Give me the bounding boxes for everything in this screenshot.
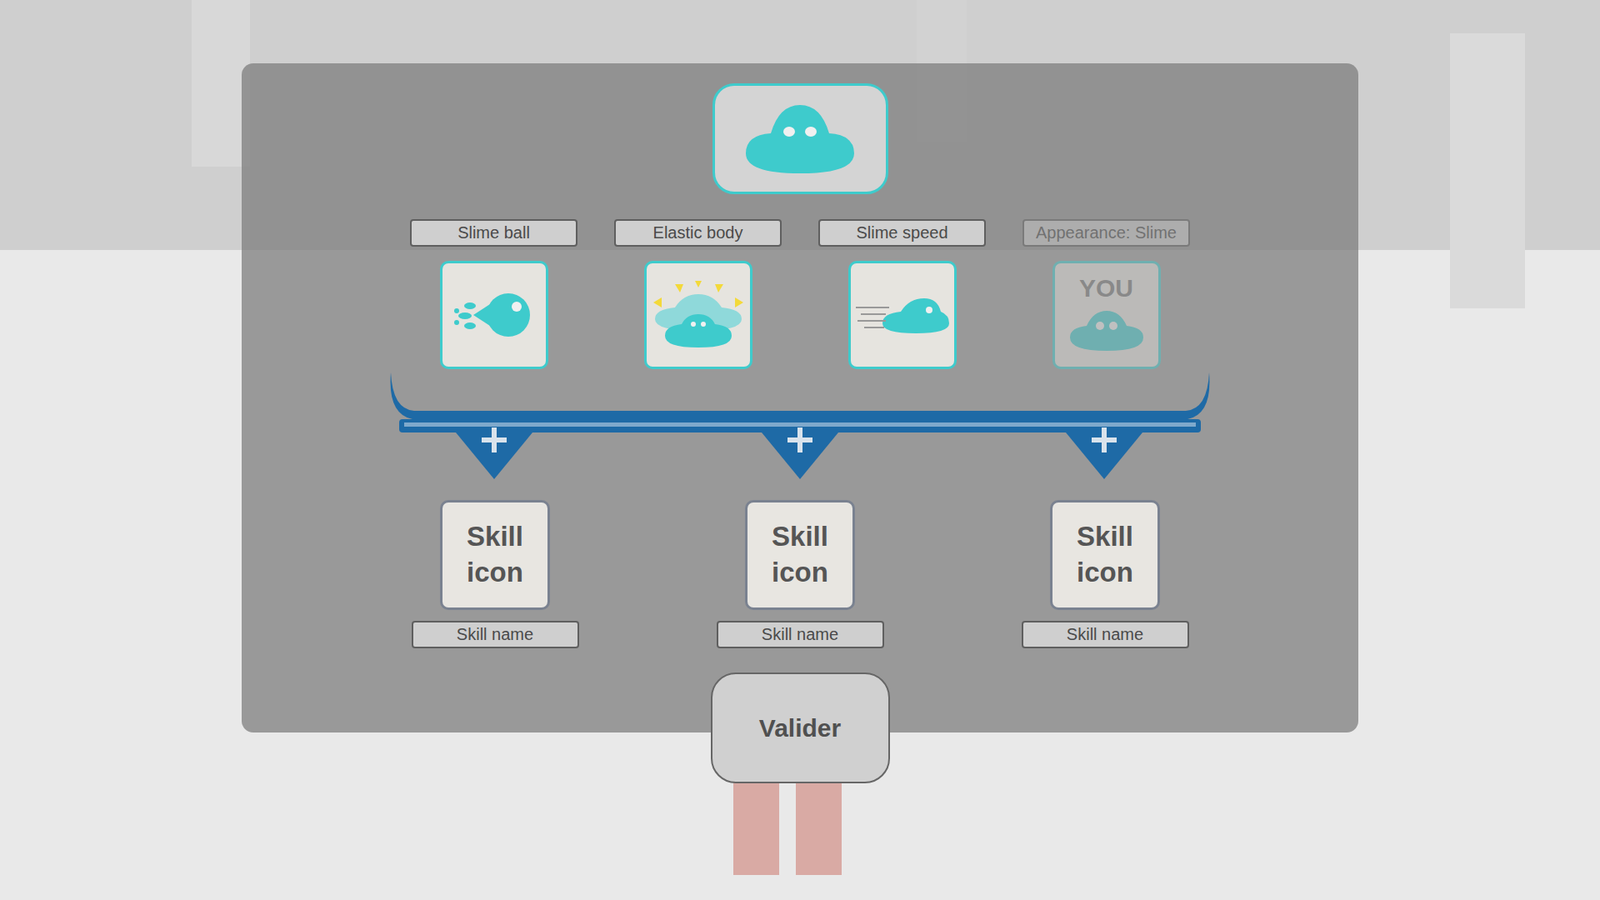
validate-button[interactable]: Valider bbox=[710, 672, 890, 784]
merge-bracket-icon bbox=[387, 372, 1213, 480]
skill-item[interactable]: Slime ball bbox=[391, 219, 596, 370]
skill-icon-box[interactable] bbox=[848, 260, 957, 370]
scene-pillar bbox=[1450, 33, 1525, 309]
skill-icon-box[interactable] bbox=[440, 260, 549, 370]
skill-label: Skill name bbox=[1021, 620, 1190, 649]
slime-ball-icon bbox=[448, 285, 540, 345]
elastic-body-icon bbox=[650, 277, 747, 353]
skill-label: Slime speed bbox=[818, 219, 986, 247]
result-slime-box bbox=[712, 83, 889, 195]
skill-item[interactable]: Appearance: Slime YOU bbox=[1004, 219, 1209, 370]
slot-row: Skill icon Skill name Skill icon Skill name… bbox=[342, 500, 1258, 649]
skill-slot-box[interactable]: Skill icon bbox=[1050, 500, 1160, 610]
slime-icon bbox=[737, 101, 863, 177]
skill-label: Skill name bbox=[716, 620, 885, 649]
skill-fusion-panel: Slime ball Elastic body Slime speed Appeara… bbox=[241, 63, 1359, 784]
skill-slot-box[interactable]: Skill icon bbox=[745, 500, 855, 610]
slime-speed-icon bbox=[854, 290, 951, 340]
skill-label: Elastic body bbox=[614, 219, 782, 247]
skill-label: Slime ball bbox=[410, 219, 578, 247]
skill-slot[interactable]: Skill icon Skill name bbox=[647, 500, 953, 649]
skill-slot[interactable]: Skill icon Skill name bbox=[952, 500, 1258, 649]
skill-icon-box[interactable]: YOU bbox=[1052, 260, 1161, 370]
skill-item[interactable]: Elastic body bbox=[595, 219, 800, 370]
skill-label: Appearance: Slime bbox=[1022, 219, 1190, 247]
skill-item[interactable]: Slime speed bbox=[800, 219, 1005, 370]
skill-slot[interactable]: Skill icon Skill name bbox=[342, 500, 648, 649]
skill-row: Slime ball Elastic body Slime speed Appeara… bbox=[391, 219, 1209, 370]
skill-icon-text: YOU bbox=[1079, 275, 1134, 301]
game-screen: Slime ball Elastic body Slime speed Appeara… bbox=[0, 0, 1600, 900]
slime-appearance-icon bbox=[1065, 304, 1149, 355]
skill-slot-box[interactable]: Skill icon bbox=[440, 500, 550, 610]
skill-label: Skill name bbox=[411, 620, 580, 649]
skill-icon-box[interactable] bbox=[644, 260, 753, 370]
